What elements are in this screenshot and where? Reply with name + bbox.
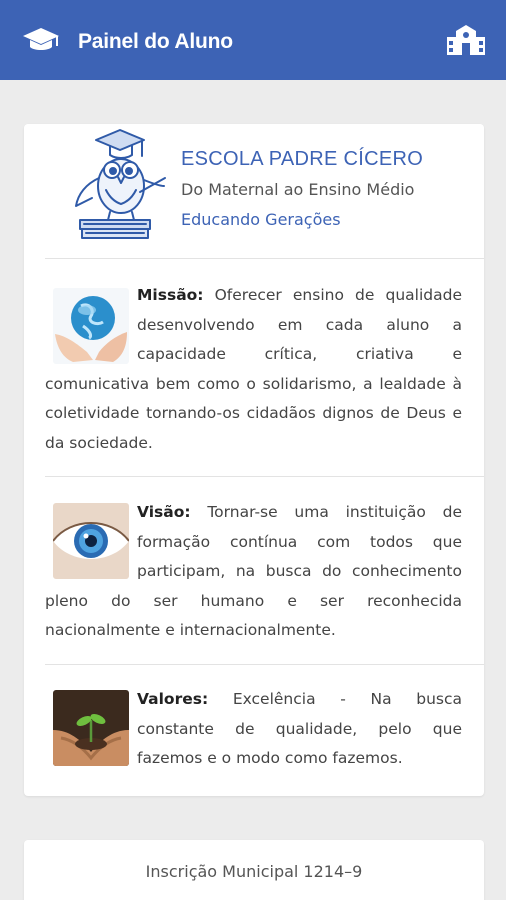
graduation-cap-icon[interactable] xyxy=(22,26,60,54)
school-info-card: ESCOLA PADRE CÍCERO Do Maternal ao Ensin… xyxy=(24,124,484,796)
inscricao-municipal: Inscrição Municipal 1214–9 xyxy=(145,862,363,881)
school-slogan: Educando Gerações xyxy=(181,210,341,229)
mission-label: Missão: xyxy=(137,286,204,304)
eye-image xyxy=(53,503,129,579)
school-name: ESCOLA PADRE CÍCERO xyxy=(181,148,424,170)
school-subtitle: Do Maternal ao Ensino Médio xyxy=(181,180,415,199)
values-label: Valores: xyxy=(137,690,209,708)
school-owl-logo xyxy=(75,129,166,239)
vision-label: Visão: xyxy=(137,503,191,521)
school-building-icon[interactable] xyxy=(446,24,486,56)
footer-card: Inscrição Municipal 1214–9 xyxy=(24,840,484,900)
globe-in-hands-image xyxy=(53,288,129,364)
app-bar: Painel do Aluno xyxy=(0,0,506,80)
divider xyxy=(45,476,484,477)
seedling-in-hands-image xyxy=(53,690,129,766)
divider xyxy=(45,664,484,665)
page-title: Painel do Aluno xyxy=(78,30,233,53)
divider xyxy=(45,258,484,259)
